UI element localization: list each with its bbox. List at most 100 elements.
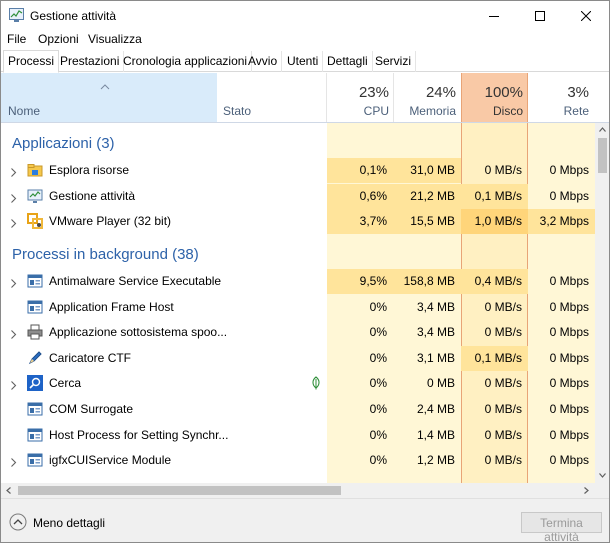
sort-ascending-icon <box>100 84 110 90</box>
expand-chevron-icon[interactable] <box>10 217 17 229</box>
collapse-details-icon[interactable] <box>9 513 27 531</box>
scroll-down-icon[interactable] <box>599 473 606 478</box>
folder-icon <box>27 162 43 178</box>
header-nome[interactable]: Nome <box>1 73 217 122</box>
tab-avvio[interactable]: Avvio <box>244 51 283 72</box>
process-row[interactable]: Antimalware Service Executable 9,5% 158,8 … <box>1 269 595 294</box>
memory-cell: 158,8 MB <box>403 274 455 288</box>
header-disco-pct: 100% <box>484 84 523 101</box>
header-rete-pct[interactable]: 3% <box>529 84 589 101</box>
process-row[interactable]: Application Frame Host 0% 3,4 MB 0 MB/s 0 Mb… <box>1 295 595 320</box>
network-cell: 0 Mbps <box>549 376 589 391</box>
scroll-left-icon[interactable] <box>6 487 11 494</box>
cpu-cell: 9,5% <box>359 274 387 288</box>
network-cell: 0 Mbps <box>549 453 589 468</box>
horizontal-scroll-thumb[interactable] <box>18 486 341 495</box>
header-disco[interactable]: 100% Disco <box>461 73 528 122</box>
close-button[interactable] <box>563 1 609 31</box>
tab-processi[interactable]: Processi <box>3 50 60 73</box>
process-row[interactable]: VMware Player (32 bit) 3,7% 15,5 MB 1,0 MB/… <box>1 209 595 235</box>
cpu-cell: 0,6% <box>359 188 387 203</box>
menu-file[interactable]: File <box>7 32 26 46</box>
memory-cell: 1,4 MB <box>416 427 455 442</box>
process-name: Gestione attività <box>49 188 136 203</box>
vertical-scrollbar[interactable] <box>595 123 609 483</box>
minimize-icon <box>489 16 499 17</box>
window-title: Gestione attività <box>30 9 117 23</box>
header-cpu-label[interactable]: CPU <box>327 104 389 118</box>
expand-chevron-icon[interactable] <box>10 277 17 288</box>
menu-bar: File Opzioni Visualizza <box>1 31 609 50</box>
close-icon <box>581 11 591 21</box>
disk-cell: 1,0 MB/s <box>474 214 522 229</box>
process-row[interactable]: igfxCUIService Module 0% 1,2 MB 0 MB/s 0 Mbp… <box>1 448 595 473</box>
header-memoria-pct[interactable]: 24% <box>394 84 456 101</box>
expand-chevron-icon[interactable] <box>10 192 17 203</box>
process-list: Applicazioni (3) Esplora risorse 0,1% 31,0… <box>1 123 595 483</box>
memory-cell: 0 MB <box>426 376 455 391</box>
memory-cell: 31,0 MB <box>410 163 455 177</box>
expand-chevron-icon[interactable] <box>10 166 17 177</box>
tab-prestazioni[interactable]: Prestazioni <box>56 51 125 72</box>
task-manager-window: Gestione attività File Opzioni Visualizz… <box>0 0 610 543</box>
disk-cell: 0 MB/s <box>484 427 522 442</box>
menu-opzioni[interactable]: Opzioni <box>38 32 79 46</box>
vertical-scroll-thumb[interactable] <box>598 138 607 173</box>
task-manager-icon <box>9 8 24 22</box>
service-icon <box>27 427 43 443</box>
scroll-up-icon[interactable] <box>599 127 606 132</box>
cpu-cell: 0% <box>369 427 387 442</box>
horizontal-scrollbar[interactable] <box>1 483 609 498</box>
process-name: Host Process for Setting Synchr... <box>49 427 229 442</box>
process-name: Caricatore CTF <box>49 350 132 365</box>
header-rete-label[interactable]: Rete <box>529 104 589 118</box>
disk-cell: 0 MB/s <box>484 299 522 314</box>
group-title-background: Processi in background (38) <box>12 246 199 263</box>
network-cell: 0 Mbps <box>549 350 589 365</box>
header-nome-label: Nome <box>8 104 41 118</box>
process-name: Cerca <box>49 376 82 391</box>
process-row[interactable]: Caricatore CTF 0% 3,1 MB 0,1 MB/s 0 Mbps <box>1 345 595 371</box>
header-memoria-label[interactable]: Memoria <box>394 104 456 118</box>
menu-visualizza[interactable]: Visualizza <box>88 32 142 46</box>
process-name: Application Frame Host <box>49 299 174 314</box>
tab-dettagli[interactable]: Dettagli <box>323 51 373 72</box>
expand-chevron-icon[interactable] <box>10 456 17 468</box>
disk-cell: 0,1 MB/s <box>474 350 522 365</box>
minimize-button[interactable] <box>471 1 517 31</box>
printer-icon <box>27 324 43 340</box>
end-task-button[interactable]: Termina attività <box>521 512 602 542</box>
group-header-background: Processi in background (38) <box>1 239 595 267</box>
title-bar[interactable]: Gestione attività <box>1 1 609 31</box>
expand-chevron-icon[interactable] <box>10 328 17 340</box>
process-row[interactable]: Esplora risorse 0,1% 31,0 MB 0 MB/s 0 Mbps <box>1 158 595 183</box>
scroll-right-icon[interactable] <box>584 487 589 494</box>
vmware-icon <box>27 213 43 230</box>
service-icon <box>27 401 43 417</box>
expand-chevron-icon[interactable] <box>10 379 17 391</box>
process-row[interactable]: Applicazione sottosistema spoo... 0% 3,4 M… <box>1 320 595 345</box>
process-name: Esplora risorse <box>49 163 130 177</box>
tab-servizi[interactable]: Servizi <box>371 51 417 72</box>
maximize-icon <box>535 11 545 21</box>
disk-cell: 0 MB/s <box>484 325 522 340</box>
tab-utenti[interactable]: Utenti <box>283 51 324 72</box>
network-cell: 0 Mbps <box>549 325 589 340</box>
process-row[interactable]: Host Process for Setting Synchr... 0% 1,4 … <box>1 423 595 448</box>
tab-cronologia-applicazioni[interactable]: Cronologia applicazioni <box>119 51 253 72</box>
process-name: Applicazione sottosistema spoo... <box>49 325 228 340</box>
network-cell: 0 Mbps <box>549 274 589 288</box>
disk-cell: 0,1 MB/s <box>474 188 522 203</box>
header-cpu-pct[interactable]: 23% <box>327 84 389 101</box>
memory-cell: 21,2 MB <box>410 188 455 203</box>
process-row[interactable]: Cerca 0% 0 MB 0 MB/s 0 Mbps <box>1 371 595 396</box>
network-cell: 0 Mbps <box>549 188 589 203</box>
disk-cell: 0 MB/s <box>484 163 522 177</box>
cpu-cell: 0% <box>369 376 387 391</box>
less-details-link[interactable]: Meno dettagli <box>33 516 105 530</box>
header-stato[interactable]: Stato <box>223 104 251 118</box>
suspended-leaf-icon <box>311 376 321 393</box>
process-row[interactable]: COM Surrogate 0% 2,4 MB 0 MB/s 0 Mbps <box>1 397 595 422</box>
maximize-button[interactable] <box>517 1 563 31</box>
process-row[interactable]: Gestione attività 0,6% 21,2 MB 0,1 MB/s 0 Mb… <box>1 183 595 209</box>
